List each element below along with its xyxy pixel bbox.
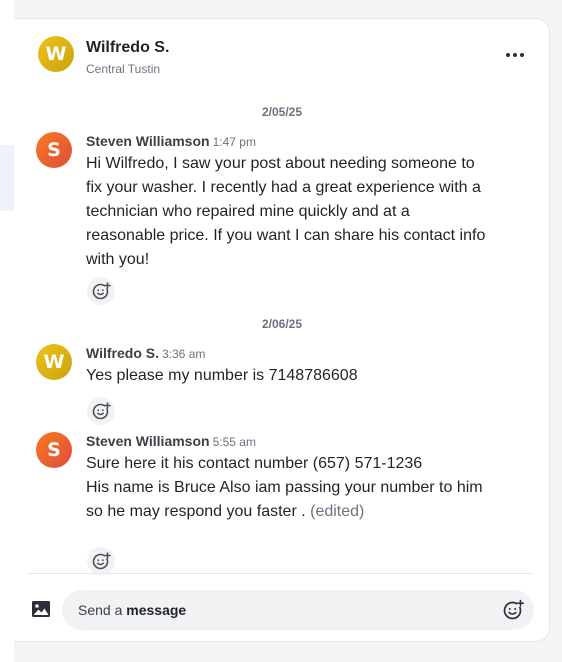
add-reaction-icon [92,402,111,420]
message-item: S Steven Williamson 1:47 pm Hi Wilfredo, … [36,132,506,305]
add-reaction-button[interactable] [87,547,115,575]
message-header: Wilfredo S. 3:36 am [86,345,205,363]
image-icon [32,601,50,617]
add-reaction-button[interactable] [87,397,115,425]
composer-divider [28,573,534,574]
message-header: Steven Williamson 1:47 pm [86,133,256,151]
message-item: S Steven Williamson 5:55 am Sure here it … [36,432,506,575]
message-text-content: His name is Bruce Also iam passing your … [86,479,483,520]
message-header: Steven Williamson 5:55 am [86,433,256,451]
message-author[interactable]: Wilfredo S. [86,345,159,361]
message-time: 5:55 am [212,435,256,449]
more-dot [513,53,517,57]
message-text: Hi Wilfredo, I saw your post about needi… [86,155,486,268]
message-item: W Wilfredo S. 3:36 am Yes please my numbe… [36,344,506,425]
edited-label: (edited) [310,503,365,520]
chat-panel: W Wilfredo S. Central Tustin 2/05/25 S S… [14,18,550,642]
avatar[interactable]: W [38,36,74,72]
more-dot [520,53,524,57]
add-reaction-button[interactable] [87,277,115,305]
message-text-line: His name is Bruce Also iam passing your … [86,476,486,524]
more-options-button[interactable] [502,45,528,65]
avatar[interactable]: S [36,132,72,168]
page: W Wilfredo S. Central Tustin 2/05/25 S S… [0,0,562,662]
message-text: Yes please my number is 7148786608 [86,367,358,384]
avatar[interactable]: S [36,432,72,468]
message-time: 1:47 pm [212,135,256,149]
message-time: 3:36 am [162,347,206,361]
message-input[interactable] [78,590,478,630]
left-strip [0,0,14,662]
message-author[interactable]: Steven Williamson [86,133,210,149]
contact-location: Central Tustin [86,62,161,76]
add-photo-button[interactable] [30,598,52,620]
date-separator: 2/05/25 [261,105,303,119]
message-author[interactable]: Steven Williamson [86,433,210,449]
more-horizontal-icon [506,53,510,57]
emoji-add-icon [503,599,524,620]
add-reaction-icon [92,282,111,300]
avatar[interactable]: W [36,344,72,380]
message-text: Sure here it his contact number (657) 57… [86,452,486,524]
date-separator: 2/06/25 [261,317,303,331]
message-composer[interactable]: Send a message [62,590,534,630]
chat-header: W Wilfredo S. Central Tustin [14,19,549,91]
add-reaction-icon [92,552,111,570]
message-text-line: Sure here it his contact number (657) 57… [86,455,423,472]
emoji-button[interactable] [502,599,524,621]
left-strip-highlight [0,145,14,211]
contact-name[interactable]: Wilfredo S. [86,39,169,57]
